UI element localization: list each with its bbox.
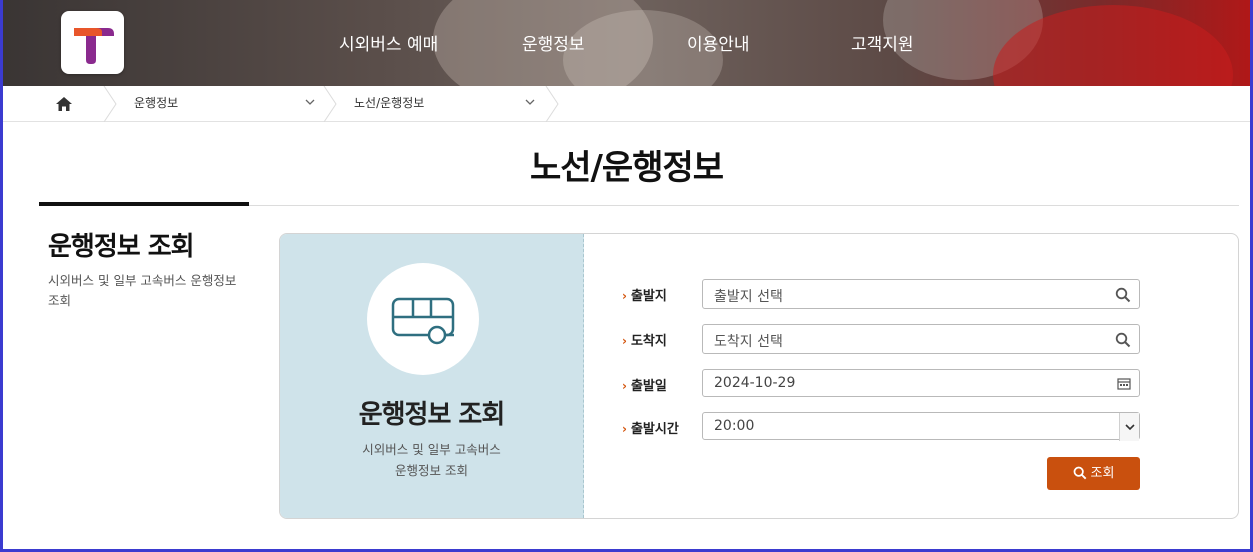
date-input[interactable]: 2024-10-29 xyxy=(702,369,1140,397)
nav-intercity-booking[interactable]: 시외버스 예매 xyxy=(339,30,438,55)
breadcrumb: 운행정보 노선/운행정보 xyxy=(3,86,1250,122)
search-button[interactable]: 조회 xyxy=(1047,457,1140,490)
breadcrumb-separator-icon xyxy=(323,86,337,122)
departure-label: 출발지 xyxy=(630,289,667,304)
nav-operation-info[interactable]: 운행정보 xyxy=(522,30,585,55)
date-label: 출발일 xyxy=(630,379,667,394)
nav-usage-guide[interactable]: 이용안내 xyxy=(687,30,750,55)
arrow-right-icon: › xyxy=(622,379,627,393)
main-nav: 시외버스 예매 운행정보 이용안내 고객지원 xyxy=(3,30,1250,56)
bus-icon-circle xyxy=(367,263,479,375)
arrow-right-icon: › xyxy=(622,289,627,303)
breadcrumb-item-route-info[interactable]: 노선/운행정보 xyxy=(354,86,539,121)
breadcrumb-item-operation-info[interactable]: 운행정보 xyxy=(134,86,319,121)
search-icon xyxy=(1073,466,1086,480)
page-title: 노선/운행정보 xyxy=(529,148,724,188)
chevron-down-icon xyxy=(305,99,315,105)
title-divider-accent xyxy=(39,202,249,206)
operation-search-card: 운행정보 조회 시외버스 및 일부 고속버스 운행정보 조회 › 출발지 출발지 … xyxy=(279,233,1239,519)
time-select[interactable]: 20:00 xyxy=(702,412,1140,441)
chevron-down-icon xyxy=(525,99,535,105)
time-label: 출발시간 xyxy=(630,422,679,437)
departure-input[interactable]: 출발지 선택 xyxy=(702,279,1140,309)
arrow-right-icon: › xyxy=(622,422,627,436)
arrival-input[interactable]: 도착지 선택 xyxy=(702,324,1140,354)
arrow-right-icon: › xyxy=(622,334,627,348)
breadcrumb-separator-icon xyxy=(545,86,559,122)
chevron-down-icon xyxy=(1125,424,1135,431)
arrival-label: 도착지 xyxy=(630,334,667,349)
side-description: 시외버스 및 일부 고속버스 운행정보 조회 xyxy=(48,273,237,308)
breadcrumb-separator-icon xyxy=(103,86,117,122)
home-icon[interactable] xyxy=(55,96,73,116)
card-description: 시외버스 및 일부 고속버스 운행정보 조회 xyxy=(362,442,501,478)
calendar-icon[interactable] xyxy=(1117,377,1131,390)
card-title: 운행정보 조회 xyxy=(358,400,506,430)
site-header: 시외버스 예매 운행정보 이용안내 고객지원 xyxy=(3,0,1250,86)
bus-icon xyxy=(391,297,455,345)
side-title: 운행정보 조회 xyxy=(48,232,195,262)
nav-customer-support[interactable]: 고객지원 xyxy=(851,30,914,55)
card-intro-panel: 운행정보 조회 시외버스 및 일부 고속버스 운행정보 조회 xyxy=(280,234,584,518)
search-icon[interactable] xyxy=(1115,332,1131,348)
search-icon[interactable] xyxy=(1115,287,1131,303)
